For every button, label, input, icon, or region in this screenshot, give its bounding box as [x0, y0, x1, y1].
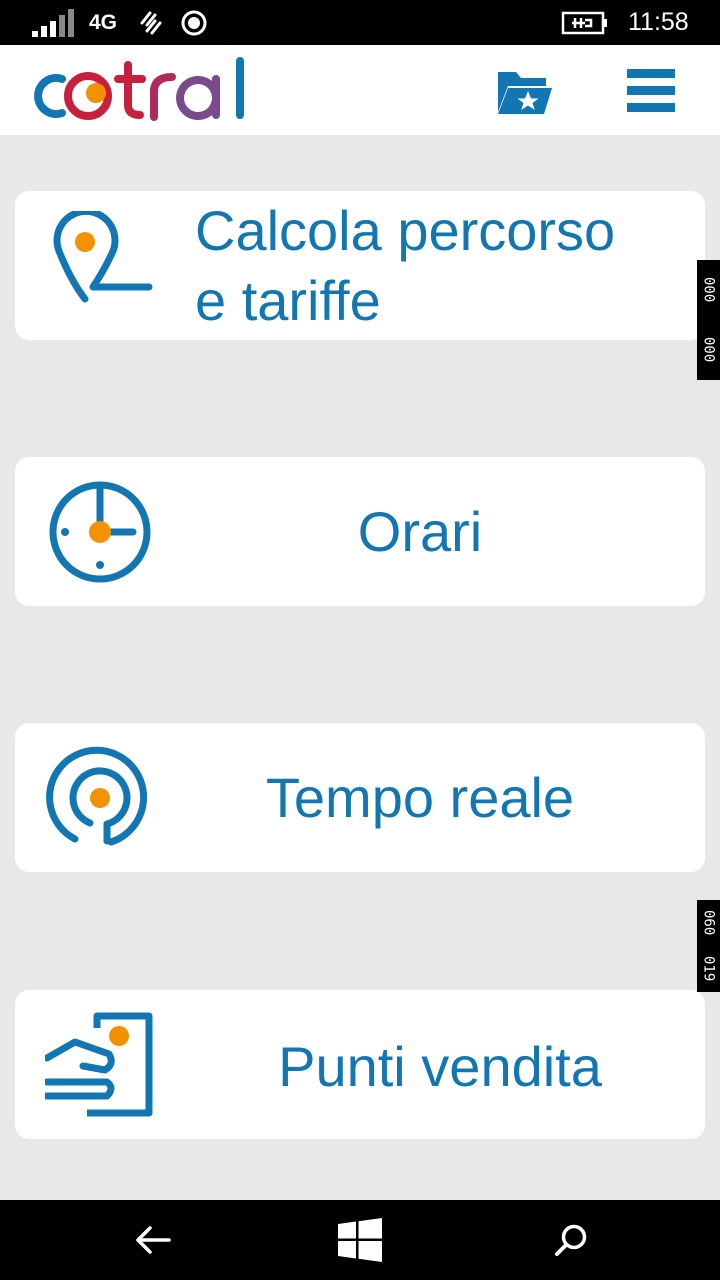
app-header: cotral	[0, 45, 720, 135]
ticket-office-icon	[45, 1012, 153, 1117]
clock-time: 11:58	[628, 8, 689, 36]
route-and-fares-button[interactable]: Calcola percorso e tariffe	[15, 191, 705, 340]
start-button[interactable]	[300, 1200, 420, 1280]
route-and-fares-label-line1: Calcola percorso	[195, 199, 616, 262]
route-and-fares-label-line2: e tariffe	[195, 269, 381, 332]
points-of-sale-button[interactable]: Punti vendita	[15, 990, 705, 1139]
side-debug-tag: 000 000	[697, 260, 720, 380]
folder-star-icon	[498, 72, 552, 114]
back-arrow-icon	[136, 1226, 171, 1254]
location-icon	[180, 0, 208, 45]
side-tag-bottom: 019	[700, 956, 717, 982]
realtime-label: Tempo reale	[265, 766, 575, 829]
search-button[interactable]	[511, 1200, 631, 1280]
points-of-sale-label: Punti vendita	[278, 1035, 602, 1098]
windows-start-icon	[338, 1218, 382, 1262]
status-bar: 4G 11:58	[0, 0, 720, 45]
data-sync-icon	[138, 0, 164, 45]
main-menu: Calcola percorso e tariffe Orari Tempo r…	[0, 135, 720, 1200]
side-tag-top: 000	[700, 277, 717, 303]
realtime-target-icon	[46, 746, 148, 846]
search-icon	[555, 1224, 587, 1256]
menu-button[interactable]	[624, 60, 679, 120]
side-debug-tag: 060 019	[697, 900, 720, 992]
signal-icon	[32, 0, 74, 45]
cotral-logo[interactable]: cotral	[30, 55, 255, 130]
timetables-label: Orari	[357, 500, 483, 563]
side-tag-top: 060	[700, 910, 717, 936]
clock-icon	[49, 481, 151, 583]
route-pin-icon	[53, 211, 153, 303]
hamburger-menu-icon	[627, 69, 675, 112]
network-type: 4G	[89, 10, 118, 34]
back-button[interactable]	[93, 1200, 213, 1280]
timetables-button[interactable]: Orari	[15, 457, 705, 606]
system-nav-bar	[0, 1200, 720, 1280]
battery-charging-icon	[561, 0, 609, 45]
favorites-button[interactable]	[494, 60, 556, 120]
side-tag-bottom: 000	[700, 337, 717, 363]
realtime-button[interactable]: Tempo reale	[15, 723, 705, 872]
